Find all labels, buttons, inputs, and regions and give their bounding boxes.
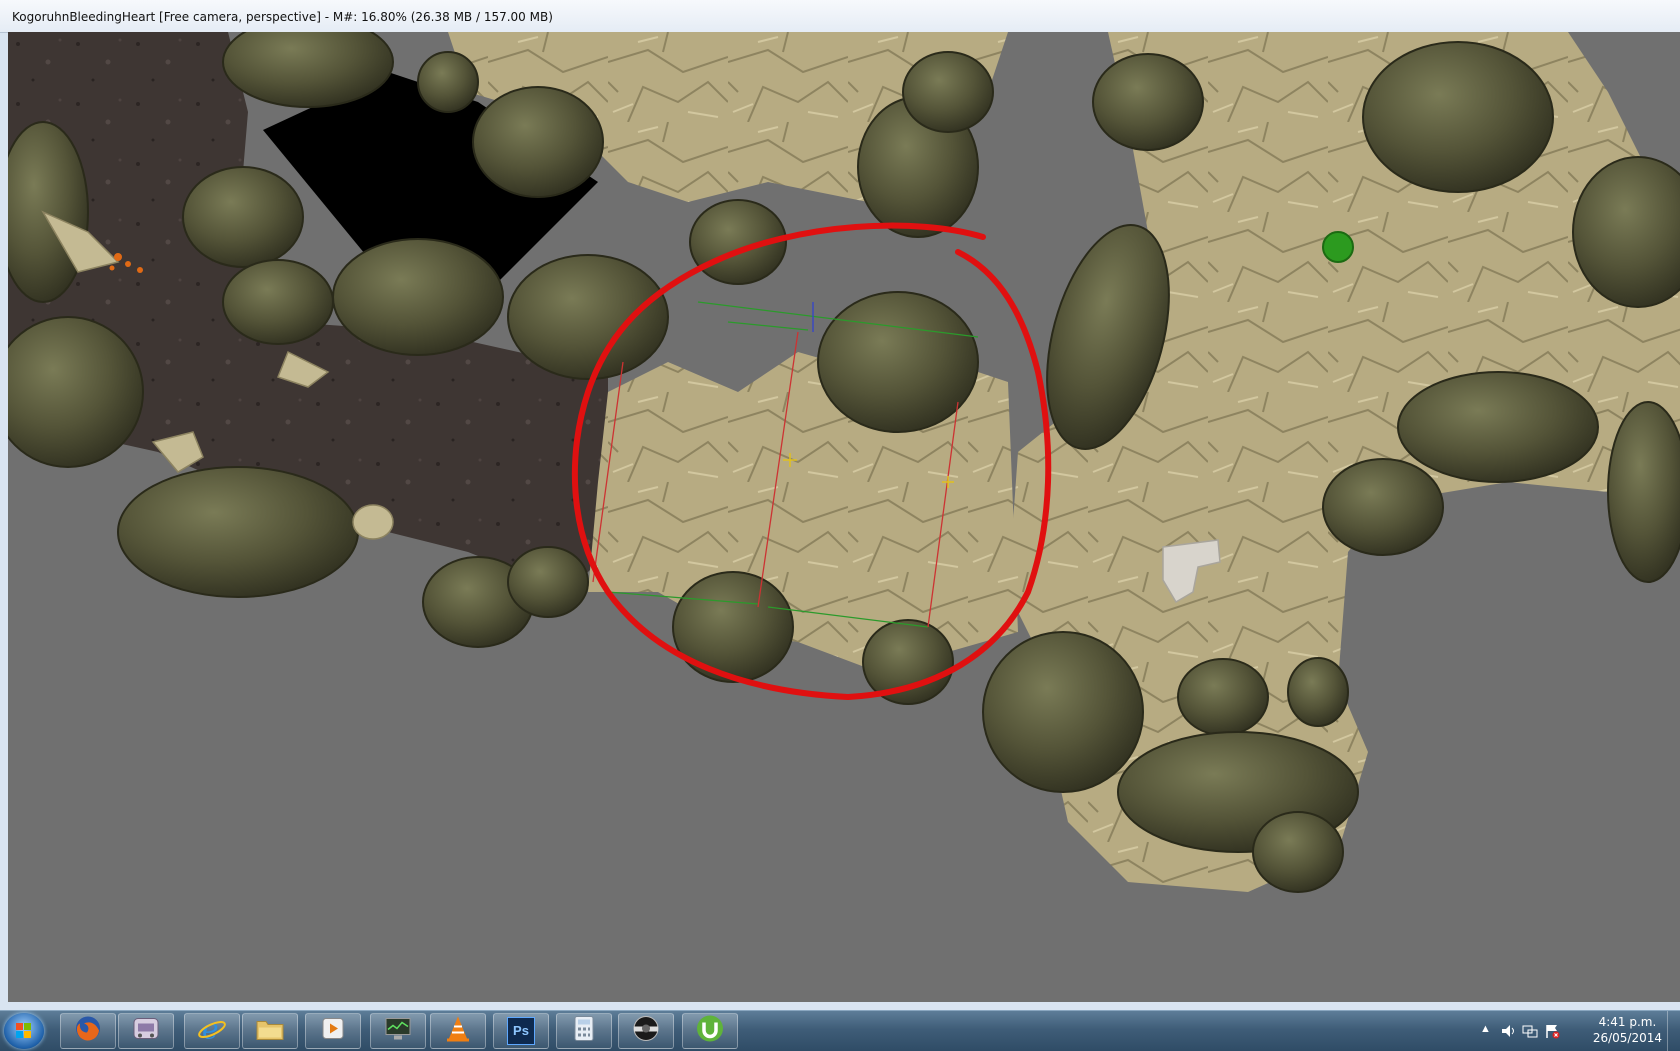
- gamepad-icon: [131, 1016, 161, 1047]
- taskbar: e Ps ▲ 4:41 p.m. 26/05/2014: [0, 1010, 1680, 1051]
- taskbar-vlc[interactable]: [430, 1013, 486, 1049]
- media-player-icon: [320, 1016, 346, 1047]
- ie-icon: e: [197, 1013, 227, 1049]
- volume-icon[interactable]: [1500, 1023, 1516, 1039]
- clock-date: 26/05/2014: [1592, 1031, 1662, 1045]
- action-center-flag-icon[interactable]: [1544, 1023, 1560, 1039]
- taskbar-internet-explorer[interactable]: e: [184, 1013, 240, 1049]
- taskbar-firefox[interactable]: [60, 1013, 116, 1049]
- vlc-cone-icon: [445, 1015, 471, 1048]
- clock-time: 4:41 p.m.: [1598, 1015, 1657, 1029]
- calculator-icon: [572, 1015, 596, 1048]
- window-bottom-frame: [0, 1002, 1680, 1010]
- network-icon[interactable]: [1522, 1023, 1538, 1039]
- taskbar-game-controller[interactable]: [118, 1013, 174, 1049]
- 3d-viewport[interactable]: [8, 32, 1680, 1002]
- photoshop-icon: Ps: [507, 1017, 535, 1045]
- firefox-icon: [74, 1015, 102, 1048]
- taskbar-creation-kit[interactable]: [618, 1013, 674, 1049]
- system-clock[interactable]: 4:41 p.m. 26/05/2014: [1593, 1014, 1662, 1046]
- window-title-bar[interactable]: KogoruhnBleedingHeart [Free camera, pers…: [0, 0, 1680, 33]
- window-title: KogoruhnBleedingHeart [Free camera, pers…: [12, 10, 553, 24]
- system-tray: ▲ 4:41 p.m. 26/05/2014: [1470, 1011, 1680, 1051]
- windows-start-icon[interactable]: [4, 1013, 44, 1049]
- show-hidden-icons-icon[interactable]: ▲: [1480, 1023, 1491, 1035]
- taskbar-utorrent[interactable]: [682, 1013, 738, 1049]
- monitor-icon: [383, 1016, 413, 1047]
- taskbar-file-explorer[interactable]: [242, 1013, 298, 1049]
- taskbar-photoshop[interactable]: Ps: [493, 1013, 549, 1049]
- taskbar-calculator[interactable]: [556, 1013, 612, 1049]
- show-desktop-button[interactable]: [1667, 1011, 1680, 1051]
- folder-icon: [255, 1016, 285, 1047]
- scene-render: [8, 32, 1680, 893]
- taskbar-media-player[interactable]: [305, 1013, 361, 1049]
- utorrent-icon: [695, 1014, 725, 1049]
- taskbar-task-manager[interactable]: [370, 1013, 426, 1049]
- creation-kit-icon: [629, 1015, 663, 1048]
